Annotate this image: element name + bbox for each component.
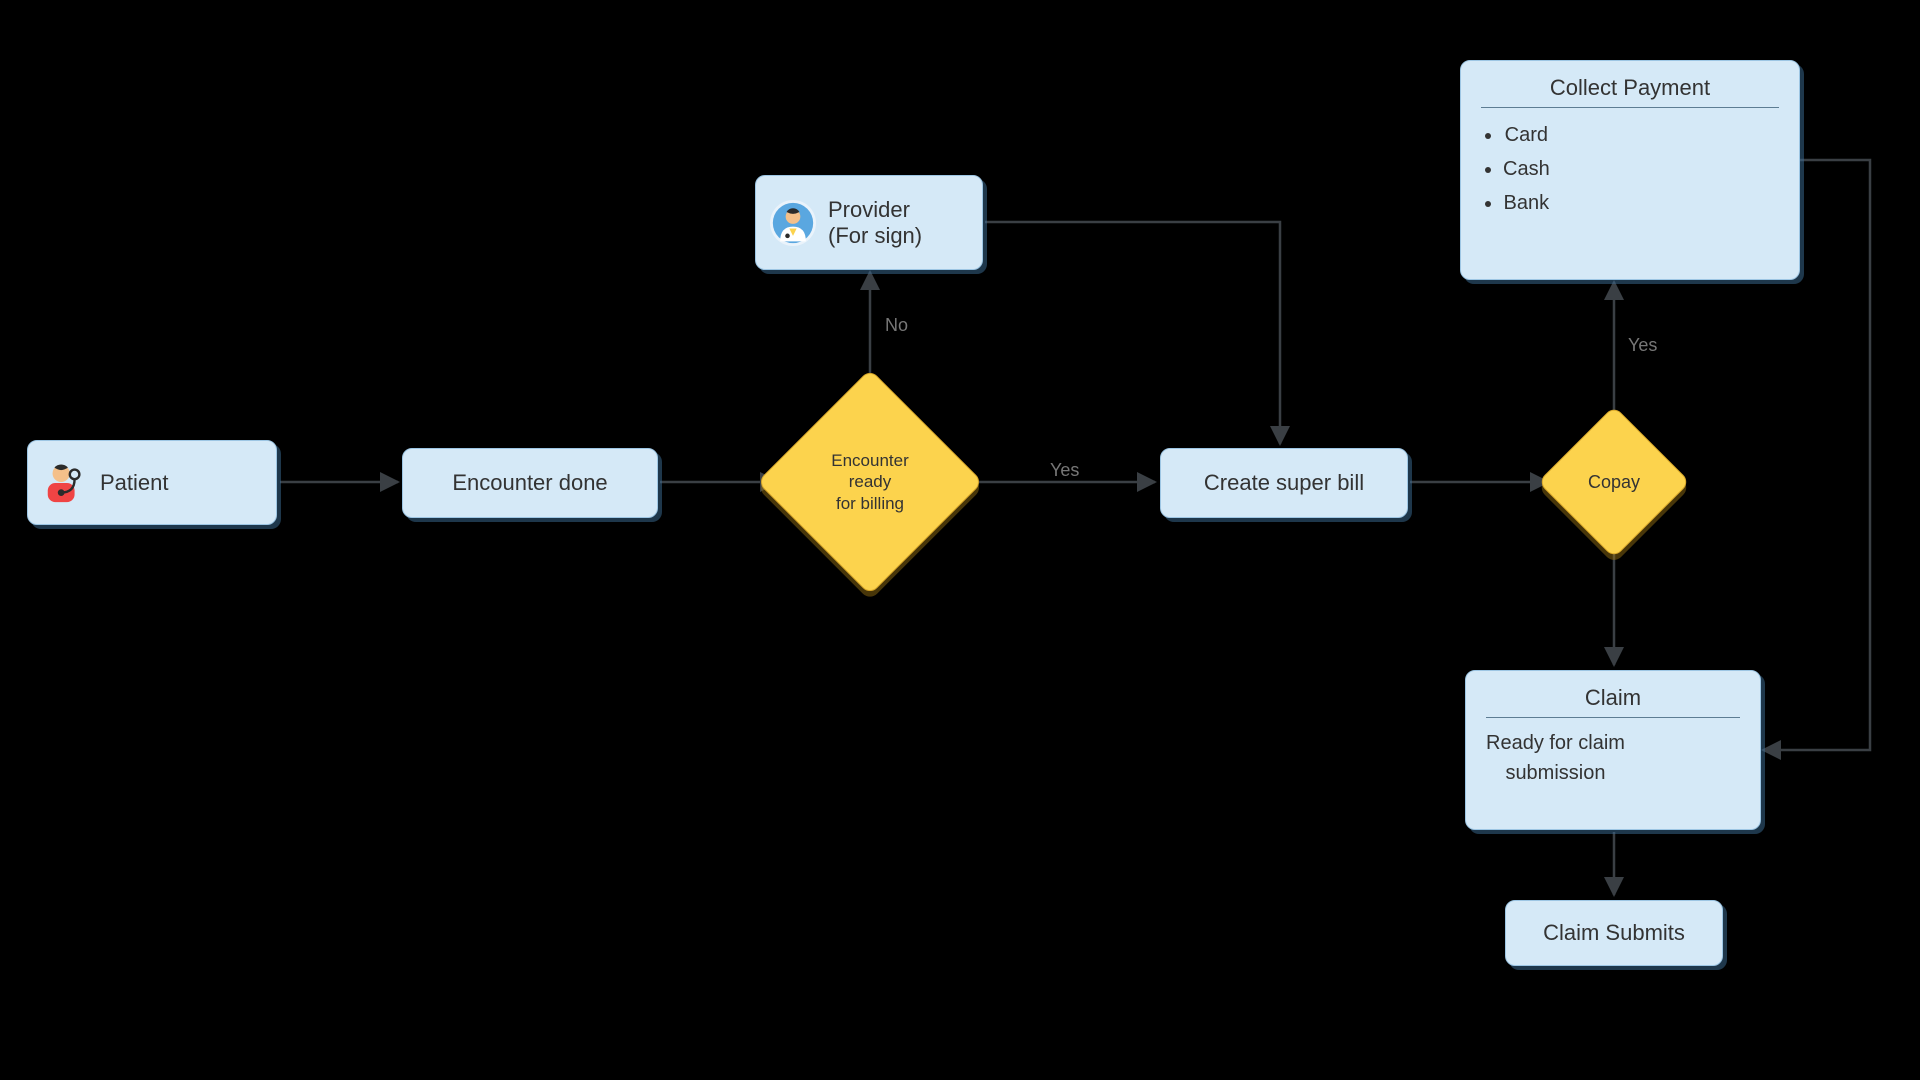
- node-label: Encounter done: [452, 470, 607, 496]
- node-encounter-done: Encounter done: [402, 448, 658, 518]
- node-claim-submits: Claim Submits: [1505, 900, 1723, 966]
- decision-label: Encounter ready for billing: [831, 450, 909, 514]
- node-claim: Claim Ready for claim submission: [1465, 670, 1761, 830]
- edge-label-no: No: [885, 315, 908, 336]
- node-provider: Provider (For sign): [755, 175, 983, 270]
- payment-methods-list: Card Cash Bank: [1481, 118, 1550, 220]
- node-label: Claim Submits: [1543, 920, 1685, 946]
- text-line: Ready for claim: [1486, 732, 1625, 754]
- text-line: (For sign): [828, 223, 922, 249]
- decision-copay: Copay: [1560, 428, 1668, 536]
- list-item: Cash: [1503, 152, 1550, 186]
- node-label: Patient: [100, 470, 169, 496]
- text-line: Provider: [828, 197, 922, 223]
- text-line: Encounter: [831, 451, 909, 470]
- node-patient: Patient: [27, 440, 277, 525]
- patient-icon: [42, 460, 88, 506]
- text-line: for billing: [836, 494, 904, 513]
- decision-encounter-ready: Encounter ready for billing: [790, 402, 950, 562]
- flowchart-canvas: Patient Encounter done Encounter ready f…: [0, 0, 1920, 1080]
- node-body: Ready for claim submission: [1486, 728, 1625, 788]
- decision-label: Copay: [1588, 471, 1640, 494]
- text-line: submission: [1505, 762, 1605, 784]
- text-line: ready: [849, 472, 892, 491]
- list-item: Card: [1503, 118, 1550, 152]
- node-label: Create super bill: [1204, 470, 1364, 496]
- node-collect-payment: Collect Payment Card Cash Bank: [1460, 60, 1800, 280]
- node-create-super-bill: Create super bill: [1160, 448, 1408, 518]
- provider-icon: [770, 200, 816, 246]
- edge-label-yes-copay: Yes: [1628, 335, 1657, 356]
- node-heading: Claim: [1486, 685, 1740, 718]
- edge-label-yes-billing: Yes: [1050, 460, 1079, 481]
- list-item: Bank: [1503, 186, 1550, 220]
- node-label: Provider (For sign): [828, 197, 922, 249]
- node-heading: Collect Payment: [1481, 75, 1779, 108]
